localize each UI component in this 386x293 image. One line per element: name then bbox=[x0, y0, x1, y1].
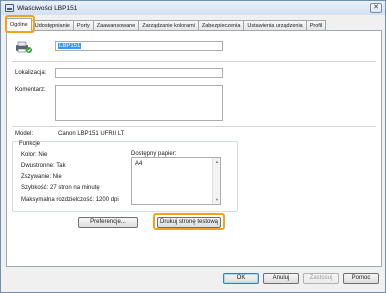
tab-general[interactable]: Ogólne bbox=[6, 18, 32, 31]
features-title: Funkcje bbox=[19, 141, 41, 147]
properties-dialog: Właściwości LBP151 ✕ Ogólne Udostępniani… bbox=[0, 0, 386, 293]
location-label: Lokalizacja: bbox=[15, 70, 47, 76]
help-button[interactable]: Pomoc bbox=[343, 273, 379, 284]
title-bar: Właściwości LBP151 ✕ bbox=[1, 1, 385, 15]
feature-resolution: Maksymalna rozdzielczość: 1200 dpi bbox=[21, 197, 119, 203]
apply-button[interactable]: Zastosuj bbox=[303, 273, 339, 284]
close-button[interactable]: ✕ bbox=[370, 3, 382, 13]
preferences-button[interactable]: Preferencje... bbox=[78, 217, 138, 228]
divider bbox=[12, 61, 376, 62]
feature-color: Kolor: Nie bbox=[21, 152, 48, 158]
printer-name-value: LBP151 bbox=[58, 43, 82, 49]
divider bbox=[12, 126, 376, 127]
printer-icon bbox=[16, 41, 32, 53]
window-title: Właściwości LBP151 bbox=[17, 4, 78, 12]
general-tab-panel: LBP151 Lokalizacja: Komentarz: Model: Ca… bbox=[6, 30, 382, 267]
comment-label: Komentarz: bbox=[15, 87, 46, 93]
ok-button[interactable]: OK bbox=[223, 273, 259, 284]
model-label: Model: bbox=[15, 131, 34, 137]
paper-list[interactable]: A4 ▲ ▼ bbox=[131, 157, 221, 205]
printer-app-icon bbox=[5, 4, 14, 12]
model-value: Canon LBP151 UFRII LT bbox=[58, 131, 125, 137]
location-input[interactable] bbox=[55, 68, 223, 78]
paper-item[interactable]: A4 bbox=[135, 161, 142, 167]
feature-staple: Zszywanie: Nie bbox=[21, 174, 62, 180]
feature-duplex: Dwustronne: Tak bbox=[21, 163, 66, 169]
print-test-page-button[interactable]: Drukuj stronę testową bbox=[157, 217, 221, 228]
paper-list-scrollbar[interactable]: ▲ ▼ bbox=[212, 158, 220, 204]
scroll-down-icon[interactable]: ▼ bbox=[214, 197, 220, 203]
scroll-up-icon[interactable]: ▲ bbox=[214, 159, 220, 165]
feature-speed: Szybkość: 27 stron na minutę bbox=[21, 185, 100, 191]
comment-input[interactable] bbox=[55, 85, 223, 121]
printer-name-input[interactable]: LBP151 bbox=[55, 41, 223, 51]
close-icon: ✕ bbox=[373, 4, 379, 11]
cancel-button[interactable]: Anuluj bbox=[263, 273, 299, 284]
